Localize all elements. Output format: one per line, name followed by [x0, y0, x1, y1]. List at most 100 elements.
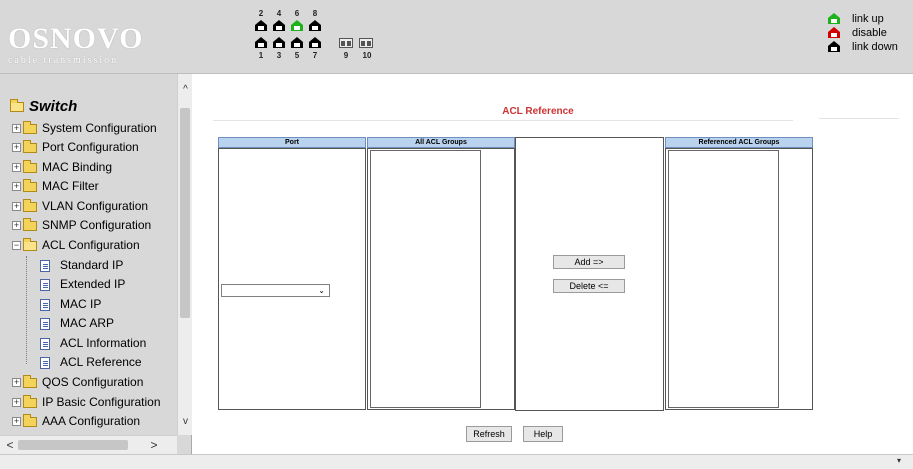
port-column-box: ⌄	[218, 148, 366, 410]
port-2-icon[interactable]	[255, 20, 267, 31]
sidebar-horizontal-scrollbar[interactable]: < >	[0, 435, 177, 454]
sidebar-item-label: Extended IP	[60, 277, 126, 291]
sidebar-item-extended-ip[interactable]: Extended IP	[40, 275, 125, 293]
port-number: 3	[276, 51, 282, 60]
port-4-icon[interactable]	[273, 20, 285, 31]
title-divider	[213, 120, 793, 121]
expand-icon[interactable]: +	[12, 124, 21, 134]
expand-icon[interactable]: +	[12, 163, 21, 173]
folder-icon	[23, 139, 37, 153]
add-button[interactable]: Add =>	[553, 255, 625, 269]
tree-connector-line	[26, 256, 27, 364]
delete-button[interactable]: Delete <=	[553, 279, 625, 293]
expand-icon[interactable]: +	[12, 398, 21, 408]
port-3-icon[interactable]	[273, 37, 285, 48]
sidebar-item-qos-configuration[interactable]: + QOS Configuration	[12, 373, 143, 391]
folder-open-icon	[10, 99, 24, 113]
expand-icon[interactable]: +	[12, 378, 21, 388]
nav-tree: Switch + System Configuration + Port Confi…	[0, 74, 177, 435]
folder-icon	[23, 178, 37, 192]
port-5-icon[interactable]	[291, 37, 303, 48]
port-number: 8	[312, 9, 318, 18]
page-icon	[40, 259, 50, 272]
osnovo-logo: OSNOVO cable transmission	[8, 24, 143, 67]
sidebar-item-label: MAC Filter	[42, 179, 99, 193]
sidebar-item-ip-basic-configuration[interactable]: + IP Basic Configuration	[12, 393, 161, 411]
expand-icon[interactable]: +	[12, 143, 21, 153]
scroll-down-icon[interactable]: v	[178, 414, 193, 429]
scrollbar-thumb[interactable]	[180, 108, 190, 318]
folder-icon	[23, 374, 37, 388]
sidebar-item-standard-ip[interactable]: Standard IP	[40, 256, 123, 274]
all-acl-groups-column: All ACL Groups	[367, 137, 515, 410]
port-select[interactable]: ⌄	[221, 284, 330, 297]
sidebar-item-mac-binding[interactable]: + MAC Binding	[12, 158, 112, 176]
sidebar-item-snmp-configuration[interactable]: + SNMP Configuration	[12, 216, 151, 234]
link-down-icon	[828, 41, 840, 52]
sidebar-item-label: ACL Information	[60, 336, 147, 350]
sidebar-item-label: QOS Configuration	[42, 375, 144, 389]
port-number: 6	[294, 9, 300, 18]
legend-label: link down	[852, 41, 898, 53]
port-legend: link up disable link down	[824, 12, 898, 54]
port-8-icon[interactable]	[309, 20, 321, 31]
fiber-port-10-icon[interactable]	[359, 38, 373, 48]
legend-label: disable	[852, 27, 887, 39]
port-7-icon[interactable]	[309, 37, 321, 48]
sidebar-item-system-configuration[interactable]: + System Configuration	[12, 119, 157, 137]
scroll-right-icon[interactable]: >	[146, 438, 162, 453]
expand-icon[interactable]: +	[12, 182, 21, 192]
scrollbar-thumb[interactable]	[18, 440, 128, 450]
port-number: 4	[276, 9, 282, 18]
sidebar-item-label: MAC IP	[60, 297, 102, 311]
referenced-acl-groups-list[interactable]	[668, 150, 779, 408]
port-6-icon[interactable]	[291, 20, 303, 31]
refresh-button[interactable]: Refresh	[466, 426, 512, 442]
sidebar-item-label: ACL Reference	[60, 355, 142, 369]
sidebar-item-mac-filter[interactable]: + MAC Filter	[12, 177, 99, 195]
folder-icon	[23, 394, 37, 408]
port-number: 5	[294, 51, 300, 60]
sidebar-item-port-configuration[interactable]: + Port Configuration	[12, 138, 139, 156]
folder-icon	[23, 159, 37, 173]
sidebar-item-acl-configuration[interactable]: − ACL Configuration	[12, 236, 140, 254]
chevron-down-icon[interactable]: ▾	[897, 456, 901, 465]
sidebar-item-label: Port Configuration	[42, 140, 139, 154]
header: OSNOVO cable transmission 2 4 6 8 1 3 5 …	[0, 0, 913, 74]
expand-icon[interactable]: +	[12, 221, 21, 231]
sidebar-item-label: IP Basic Configuration	[42, 395, 161, 409]
sidebar-item-label: SNMP Configuration	[42, 218, 152, 232]
folder-open-icon	[23, 237, 37, 251]
sidebar-item-mac-arp[interactable]: MAC ARP	[40, 314, 114, 332]
logo-tagline: cable transmission	[8, 55, 119, 66]
sidebar-vertical-scrollbar[interactable]: ^ v	[177, 74, 192, 435]
sidebar-item-acl-reference[interactable]: ACL Reference	[40, 353, 142, 371]
expand-icon[interactable]: +	[12, 417, 21, 427]
scroll-left-icon[interactable]: <	[2, 438, 18, 453]
port-1-icon[interactable]	[255, 37, 267, 48]
port-column-header: Port	[218, 137, 366, 148]
page-icon	[40, 337, 50, 350]
expand-icon[interactable]: +	[12, 202, 21, 212]
page-icon	[40, 298, 50, 311]
sidebar-item-vlan-configuration[interactable]: + VLAN Configuration	[12, 197, 148, 215]
help-button[interactable]: Help	[523, 426, 563, 442]
sidebar: Switch + System Configuration + Port Confi…	[0, 74, 192, 454]
all-acl-groups-list[interactable]	[370, 150, 481, 408]
port-number: 10	[362, 51, 372, 60]
fiber-port-9-icon[interactable]	[339, 38, 353, 48]
link-up-icon	[828, 13, 840, 24]
disable-icon	[828, 27, 840, 38]
main-content: ACL Reference Port ⌄ All ACL Groups Add …	[193, 74, 913, 454]
sidebar-item-acl-information[interactable]: ACL Information	[40, 334, 146, 352]
legend-label: link up	[852, 13, 884, 25]
page-icon	[40, 317, 50, 330]
sidebar-item-aaa-configuration[interactable]: + AAA Configuration	[12, 412, 140, 430]
scroll-up-icon[interactable]: ^	[178, 82, 193, 97]
tree-root-switch[interactable]: Switch	[10, 98, 77, 115]
sidebar-item-mac-ip[interactable]: MAC IP	[40, 295, 101, 313]
collapse-icon[interactable]: −	[12, 241, 21, 251]
port-panel: 2 4 6 8 1 3 5 7 9 10	[255, 10, 415, 68]
sidebar-item-label: MAC ARP	[60, 316, 115, 330]
title-divider	[819, 118, 899, 119]
